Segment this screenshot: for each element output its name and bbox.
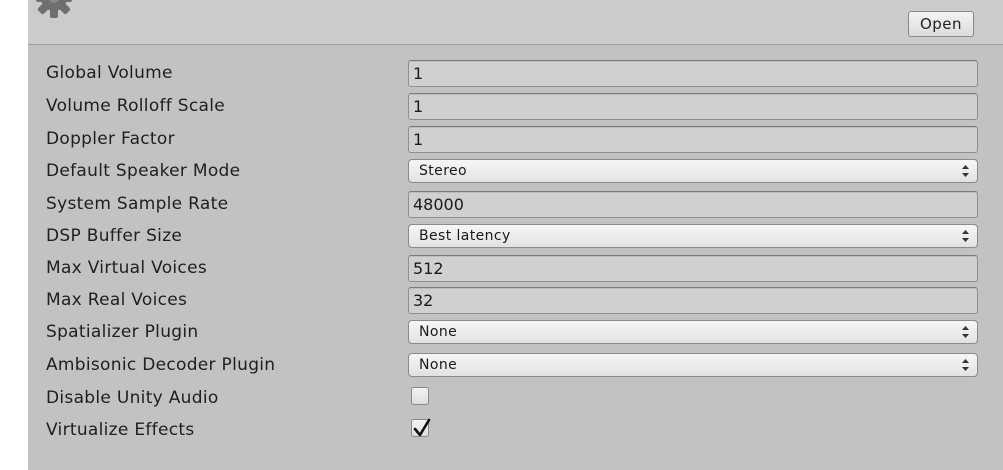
dsp-buffer-size-select[interactable]: Best latency (408, 224, 978, 248)
system-sample-rate-label: System Sample Rate (46, 194, 229, 214)
doppler-factor-field[interactable]: 1 (408, 126, 978, 153)
virtualize-effects-label: Virtualize Effects (46, 420, 195, 440)
max-virtual-voices-field[interactable]: 512 (408, 255, 978, 282)
setting-row-virtualize-effects: Virtualize Effects (28, 415, 1003, 445)
panel-header: Open (28, 0, 1003, 45)
select-arrows-icon (962, 359, 969, 371)
setting-row-doppler-factor: Doppler Factor 1 (28, 124, 1003, 154)
dsp-buffer-size-label: DSP Buffer Size (46, 226, 183, 246)
global-volume-label: Global Volume (46, 63, 173, 83)
select-arrows-icon (962, 230, 969, 242)
spatializer-plugin-label: Spatializer Plugin (46, 322, 199, 342)
setting-row-spatializer-plugin: Spatializer Plugin None (28, 317, 1003, 347)
disable-unity-audio-label: Disable Unity Audio (46, 388, 219, 408)
dsp-buffer-size-value: Best latency (419, 228, 511, 244)
ambisonic-decoder-plugin-label: Ambisonic Decoder Plugin (46, 355, 276, 375)
doppler-factor-label: Doppler Factor (46, 129, 175, 149)
setting-row-disable-unity-audio: Disable Unity Audio (28, 383, 1003, 413)
setting-row-dsp-buffer-size: DSP Buffer Size Best latency (28, 221, 1003, 251)
max-real-voices-field[interactable]: 32 (408, 287, 978, 314)
default-speaker-mode-label: Default Speaker Mode (46, 161, 241, 181)
select-arrows-icon (962, 326, 969, 338)
volume-rolloff-scale-field[interactable]: 1 (408, 93, 978, 120)
global-volume-field[interactable]: 1 (408, 60, 978, 87)
select-arrows-icon (962, 165, 969, 177)
default-speaker-mode-select[interactable]: Stereo (408, 159, 978, 183)
spatializer-plugin-value: None (419, 324, 458, 340)
audio-settings-panel: Open Global Volume 1 Volume Rolloff Scal… (28, 0, 1003, 470)
system-sample-rate-field[interactable]: 48000 (408, 191, 978, 218)
disable-unity-audio-checkbox[interactable] (411, 387, 429, 405)
setting-row-max-virtual-voices: Max Virtual Voices 512 (28, 253, 1003, 283)
open-button[interactable]: Open (908, 11, 974, 37)
setting-row-global-volume: Global Volume 1 (28, 58, 1003, 88)
virtualize-effects-checkbox[interactable] (411, 418, 431, 437)
setting-row-volume-rolloff-scale: Volume Rolloff Scale 1 (28, 91, 1003, 121)
max-real-voices-label: Max Real Voices (46, 290, 188, 310)
gear-icon (36, 0, 72, 18)
default-speaker-mode-value: Stereo (419, 163, 468, 179)
setting-row-system-sample-rate: System Sample Rate 48000 (28, 189, 1003, 219)
ambisonic-decoder-plugin-select[interactable]: None (408, 353, 978, 377)
checkmark-icon (413, 418, 431, 437)
volume-rolloff-scale-label: Volume Rolloff Scale (46, 96, 226, 116)
spatializer-plugin-select[interactable]: None (408, 320, 978, 344)
setting-row-default-speaker-mode: Default Speaker Mode Stereo (28, 156, 1003, 186)
ambisonic-decoder-plugin-value: None (419, 357, 458, 373)
max-virtual-voices-label: Max Virtual Voices (46, 258, 207, 278)
setting-row-max-real-voices: Max Real Voices 32 (28, 285, 1003, 315)
setting-row-ambisonic-decoder-plugin: Ambisonic Decoder Plugin None (28, 350, 1003, 380)
